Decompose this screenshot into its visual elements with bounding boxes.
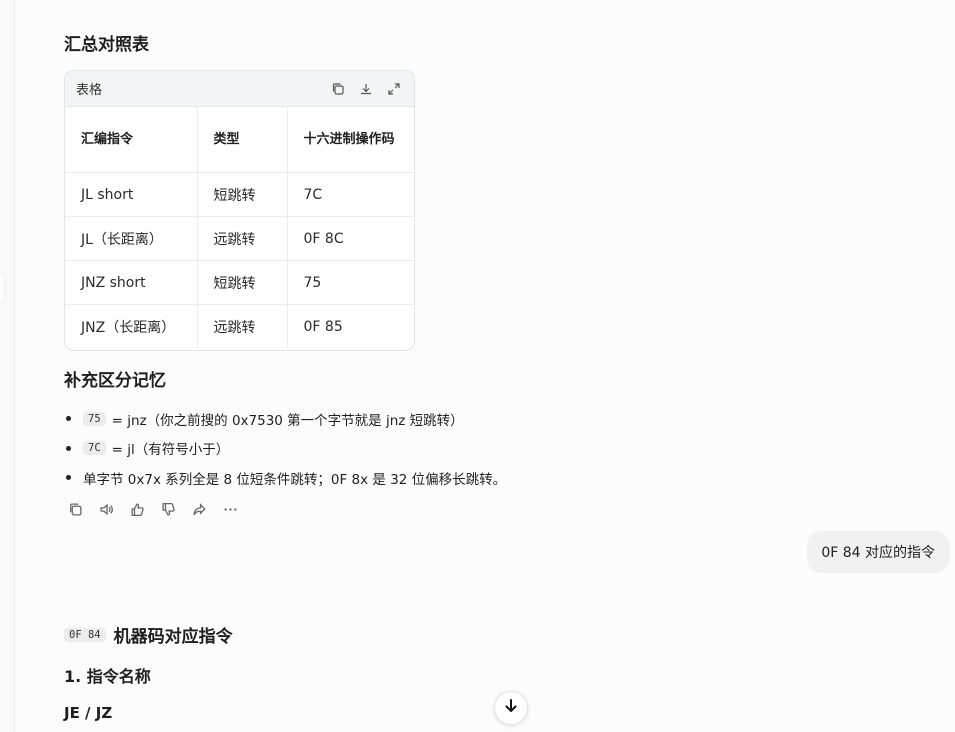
summary-heading: 汇总对照表 [64,35,149,55]
table-row: JL（长距离） 远跳转 0F 8C [65,216,414,261]
scroll-to-bottom-button[interactable] [494,691,528,725]
thumbs-up-icon[interactable] [128,500,146,518]
share-icon[interactable] [190,500,208,518]
left-sidebar-strip [0,0,15,732]
column-header: 汇编指令 [65,107,198,173]
machine-code-heading: 0F 84 机器码对应指令 [64,622,233,647]
list-item-text: = jl（有符号小于） [111,442,230,459]
inline-code: 7C [83,441,106,456]
table-cell: 0F 85 [303,318,343,335]
copy-icon[interactable] [66,500,84,518]
table-cell: 远跳转 [197,304,288,348]
table-cell: 0F 8C [287,216,414,261]
arrow-down-icon [504,698,518,718]
column-header: 类型 [197,107,288,173]
list-item: 单字节 0x7x 系列全是 8 位短条件跳转；0F 8x 是 32 位偏移长跳转… [64,463,506,493]
table-cell: 远跳转 [197,216,288,261]
table-cell: JNZ（长距离） [65,304,198,348]
inline-code: 0F 84 [64,627,106,642]
section-heading: 1. 指令名称 [64,667,151,686]
table-card: 表格 汇编指令 类型 十六进制操作码 JL short 短跳转 7C JL（长距… [64,70,415,351]
table-header-bar: 表格 [65,71,414,107]
table-row: JNZ（长距离） 远跳转 0F 85 [65,304,414,348]
table-cell: 短跳转 [197,260,288,305]
table-cell: 7C [287,172,414,217]
thumbs-down-icon[interactable] [159,500,177,518]
table-cell: JL（长距离） [65,216,198,261]
table-cell: 75 [287,260,414,305]
bullet-list: 75 = jnz（你之前搜的 0x7530 第一个字节就是 jnz 短跳转） 7… [64,404,506,493]
message-actions [66,500,239,518]
list-item-text: = jnz（你之前搜的 0x7530 第一个字节就是 jnz 短跳转） [111,412,464,429]
table-cell: 短跳转 [197,172,288,217]
expand-icon[interactable] [386,81,402,97]
inline-code: 75 [83,411,106,426]
list-item: 7C = jl（有符号小于） [64,434,506,464]
heading-text: 机器码对应指令 [113,627,233,647]
copy-icon[interactable] [330,81,346,97]
table-row: JNZ short 短跳转 75 [65,260,414,305]
download-icon[interactable] [358,81,374,97]
list-item-text: 单字节 0x7x 系列全是 8 位短条件跳转；0F 8x 是 32 位偏移长跳转… [83,471,507,488]
opcode-table: 汇编指令 类型 十六进制操作码 JL short 短跳转 7C JL（长距离） … [65,107,414,348]
table-cell: JNZ short [65,260,198,305]
user-message-bubble: 0F 84 对应的指令 [807,531,949,573]
column-header: 十六进制操作码 [287,107,414,173]
more-icon[interactable] [221,500,239,518]
sidebar-toggle-handle[interactable] [0,274,4,302]
instruction-name: JE / JZ [64,704,113,722]
table-label: 表格 [76,83,103,98]
table-header-row: 汇编指令 类型 十六进制操作码 [65,107,414,173]
table-cell: JL short [65,172,198,217]
table-row: JL short 短跳转 7C [65,172,414,217]
list-item: 75 = jnz（你之前搜的 0x7530 第一个字节就是 jnz 短跳转） [64,404,506,434]
supplement-heading: 补充区分记忆 [64,371,166,391]
speaker-icon[interactable] [97,500,115,518]
